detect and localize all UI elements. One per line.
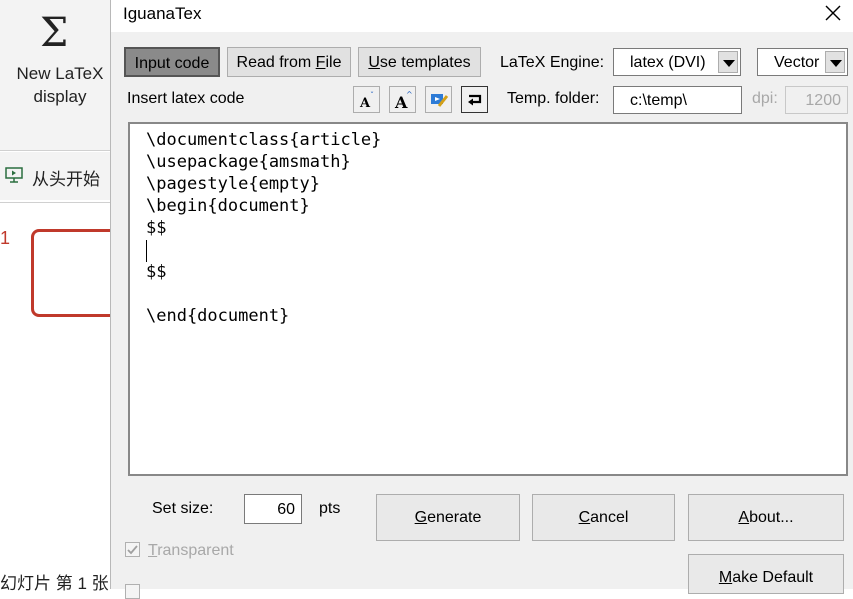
divider [0,202,112,203]
about-label: bout... [749,509,794,526]
word-wrap-button[interactable] [461,86,488,113]
code-line: \documentclass{article} [146,130,382,150]
use-templates-label: se templates [379,54,471,71]
increase-font-icon: A ^ [394,90,413,110]
code-line: \begin{document} [146,196,310,216]
about-hotkey: A [738,509,750,526]
temp-folder-label: Temp. folder: [507,90,600,107]
generate-button[interactable]: Generate [376,494,520,541]
chevron-down-icon[interactable] [825,51,845,73]
insert-latex-code-label: Insert latex code [127,90,245,107]
code-line: $$ [146,218,167,238]
divider [0,150,112,151]
temp-folder-input[interactable]: c:\temp\ [613,86,742,114]
read-from-file-tab[interactable]: Read from File [227,47,351,77]
make-default-button[interactable]: Make Default [688,554,844,594]
pencil-arrow-icon [431,94,449,107]
output-format-value: Vector [774,54,820,71]
code-line: \end{document} [146,306,290,326]
checkmark-icon [127,545,138,555]
increase-font-button[interactable]: A ^ [389,86,416,113]
cancel-label: ancel [590,509,629,526]
new-latex-line2: display [33,87,87,106]
code-line: $$ [146,262,167,282]
cancel-hotkey: C [578,509,591,526]
chevron-down-icon[interactable] [718,51,738,73]
cancel-button[interactable]: Cancel [532,494,675,541]
svg-text:^: ^ [406,90,413,99]
close-button[interactable] [810,0,853,28]
code-line: \usepackage{amsmath} [146,152,351,172]
decrease-font-icon: A ˇ [359,90,374,110]
dialog-title: IguanaTex [123,4,202,23]
make-default-hotkey: M [718,569,733,586]
read-from-file-hotkey: F [315,54,326,71]
slide-number: 1 [0,228,11,248]
output-format-select[interactable]: Vector [757,48,848,76]
code-line: \pagestyle{empty} [146,174,320,194]
transparent-checkbox[interactable] [125,542,140,557]
input-code-label: Input code [134,55,210,72]
transparent-label: Transparent [148,542,234,560]
latex-code-editor[interactable]: \documentclass{article} \usepackage{amsm… [128,122,848,476]
start-from-beginning-label[interactable]: 从头开始 [32,165,100,190]
size-input[interactable]: 60 [244,494,302,524]
decrease-font-button[interactable]: A ˇ [353,86,380,113]
transparent-hotkey: T [148,542,158,559]
generate-label: enerate [427,509,482,526]
dpi-input[interactable]: 1200 [785,86,848,114]
about-button[interactable]: About... [688,494,844,541]
status-bar-text: 幻灯片 第 1 张 [0,574,109,593]
latex-engine-label: LaTeX Engine: [500,54,605,71]
svg-text:ˇ: ˇ [370,90,374,100]
set-size-label: Set size: [152,500,214,517]
word-wrap-icon [468,94,482,106]
slideshow-icon[interactable] [5,167,23,183]
edit-options-button[interactable] [425,86,452,113]
input-code-tab[interactable]: Input code [124,47,220,77]
latex-engine-select[interactable]: latex (DVI) [613,48,741,76]
use-templates-hotkey: U [368,54,380,71]
generate-hotkey: G [414,509,428,526]
transparent-label-text: ransparent [157,542,234,559]
secondary-checkbox[interactable] [125,584,140,599]
read-from-file-label-suffix: ile [325,54,342,71]
dpi-label: dpi: [752,90,778,107]
read-from-file-label: Read from [236,54,316,71]
iguanatex-dialog: IguanaTex Input code Read from File Use … [110,0,853,599]
new-latex-line1: New LaTeX [16,64,104,83]
text-caret [146,240,147,262]
latex-engine-value: latex (DVI) [630,54,706,71]
new-latex-display-button[interactable]: New LaTeX display [8,62,112,108]
pts-label: pts [319,500,341,517]
close-icon [825,5,841,21]
use-templates-tab[interactable]: Use templates [358,47,481,77]
sigma-icon[interactable]: Σ [40,10,68,56]
make-default-label: ake Default [732,569,814,586]
title-bar: IguanaTex [111,0,853,32]
